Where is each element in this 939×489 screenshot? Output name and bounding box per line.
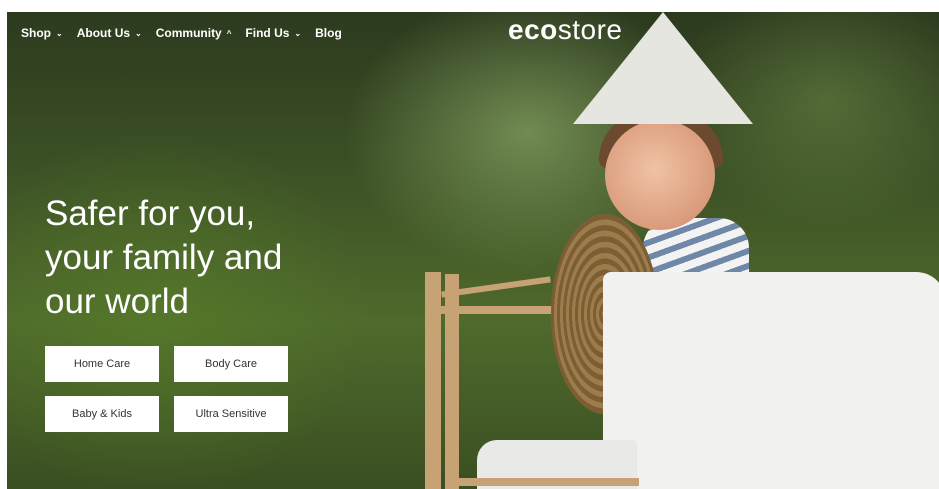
nav-find-us-label: Find Us: [245, 26, 290, 40]
nav-community-label: Community: [155, 26, 222, 40]
child-face: [605, 120, 715, 230]
chevron-down-icon: ⌄: [56, 28, 63, 38]
ultra-sensitive-button[interactable]: Ultra Sensitive: [174, 396, 288, 432]
white-sheet: [603, 272, 939, 489]
wooden-frame-bottom-rail: [447, 478, 639, 486]
nav-about-us-label: About Us: [76, 26, 131, 40]
nav-shop[interactable]: Shop ⌄: [21, 26, 63, 40]
nav-blog-label: Blog: [315, 26, 342, 40]
headline-line-2: your family and: [45, 238, 283, 277]
chevron-down-icon: ⌄: [135, 28, 142, 38]
chevron-up-icon: ^: [226, 28, 232, 38]
nav-find-us[interactable]: Find Us ⌄: [245, 26, 301, 40]
nav-blog[interactable]: Blog: [315, 26, 342, 40]
logo-light: store: [557, 14, 623, 45]
home-care-button[interactable]: Home Care: [45, 346, 159, 382]
baby-kids-button[interactable]: Baby & Kids: [45, 396, 159, 432]
main-nav: Shop ⌄ About Us ⌄ Community ^ Find Us ⌄ …: [21, 26, 356, 40]
ecostore-logo[interactable]: ecostore: [508, 14, 623, 46]
headline-line-1: Safer for you,: [45, 194, 256, 233]
nav-community[interactable]: Community ^: [156, 26, 232, 40]
wooden-frame-post-left: [425, 272, 441, 489]
nav-shop-label: Shop: [21, 26, 51, 40]
nav-about-us[interactable]: About Us ⌄: [77, 26, 142, 40]
body-care-button[interactable]: Body Care: [174, 346, 288, 382]
hero-headline: Safer for you, your family and our world: [45, 192, 282, 324]
logo-bold: eco: [508, 14, 558, 45]
headline-line-3: our world: [45, 282, 189, 321]
chevron-down-icon: ⌄: [294, 28, 302, 38]
